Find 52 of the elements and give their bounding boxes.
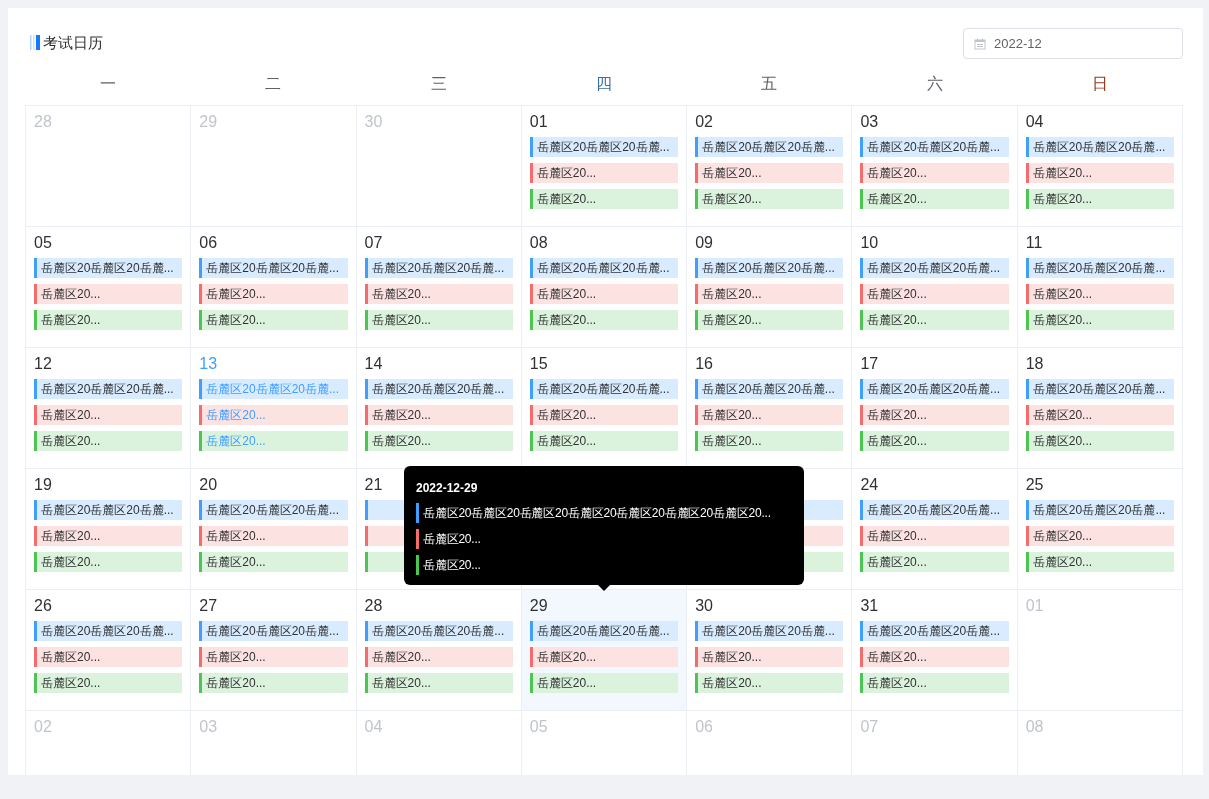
day-number: 07 [860, 718, 879, 736]
weekday-header: 五 [761, 73, 778, 94]
day-number: 19 [34, 476, 52, 494]
day-number: 06 [695, 718, 713, 736]
day-number: 17 [860, 355, 879, 373]
day-number: 05 [34, 234, 52, 252]
weekday-header: 四 [596, 73, 612, 94]
day-number: 15 [529, 355, 548, 373]
day-number: 06 [199, 234, 218, 252]
day-number: 05 [529, 718, 548, 736]
tooltip-date: 2022-12-29 [416, 481, 478, 495]
day-number: 04 [364, 718, 383, 736]
day-number: 27 [199, 597, 218, 615]
day-number: 03 [199, 718, 218, 736]
tooltip-event: 岳麓区20... [416, 529, 481, 549]
section-title: 考试日历 [43, 33, 103, 52]
day-number: 24 [860, 476, 879, 494]
day-number: 09 [695, 234, 713, 252]
day-number: 26 [34, 597, 52, 615]
day-number: 18 [1025, 355, 1044, 373]
day-number: 08 [529, 234, 548, 252]
day-number: 30 [695, 597, 713, 615]
day-number: 11 [1025, 234, 1043, 252]
day-number: 20 [199, 476, 218, 494]
day-number: 10 [860, 234, 879, 252]
day-number: 30 [364, 113, 383, 131]
weekday-header: 三 [430, 73, 447, 94]
day-number: 03 [860, 113, 879, 131]
day-number: 28 [34, 113, 52, 131]
day-number: 14 [364, 355, 383, 373]
weekday-header: 日 [1092, 73, 1109, 94]
day-number: 04 [1025, 113, 1044, 131]
day-number: 08 [1025, 718, 1044, 736]
weekday-header: 二 [265, 73, 282, 94]
day-number: 12 [34, 355, 52, 373]
day-number: 13 [199, 355, 218, 373]
tooltip-event: 岳麓区20岳麓区20岳麓区20岳麓区20岳麓区20岳麓区20岳麓区20... [416, 503, 771, 523]
day-number: 29 [199, 113, 218, 131]
day-number: 21 [364, 476, 383, 494]
day-number: 28 [364, 597, 383, 615]
day-number: 31 [860, 597, 879, 615]
day-number: 01 [1025, 597, 1044, 615]
day-number: 01 [529, 113, 548, 131]
weekday-header: 六 [926, 73, 943, 94]
tooltip-event: 岳麓区20... [416, 555, 481, 575]
day-number: 29 [529, 597, 548, 615]
day-number: 02 [34, 718, 52, 736]
day-number: 07 [364, 234, 383, 252]
weekday-header: 一 [99, 73, 116, 94]
day-number: 02 [695, 113, 713, 131]
day-number: 25 [1025, 476, 1044, 494]
day-number: 16 [695, 355, 713, 373]
